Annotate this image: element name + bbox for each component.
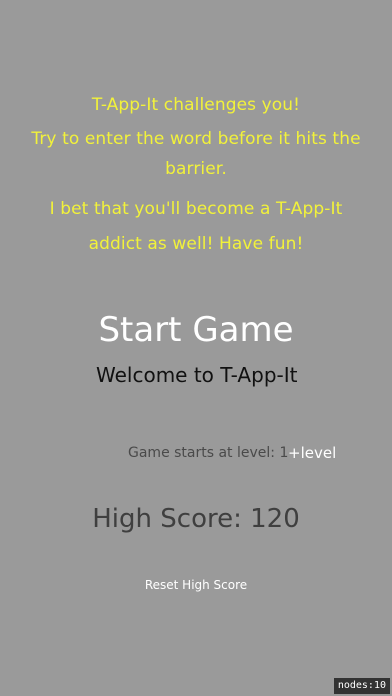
intro-line-4: addict as well! Have fun! [88,234,304,254]
start-level-label: Game starts at level: 1 [128,445,289,461]
intro-line-2: Try to enter the word before it hits the… [31,129,361,179]
intro-line-1: T-App-It challenges you! [91,95,301,115]
nodes-counter: nodes:10 [333,678,390,694]
intro-line-3: I bet that you'll become a T-App-It [49,199,343,219]
welcome-text: Welcome to T-App-It [96,363,298,387]
increase-level-button[interactable]: +level [288,441,336,465]
high-score-label: High Score: 120 [92,504,300,534]
start-game-button[interactable]: Start Game [0,306,392,354]
reset-high-score-button[interactable]: Reset High Score [0,575,392,595]
